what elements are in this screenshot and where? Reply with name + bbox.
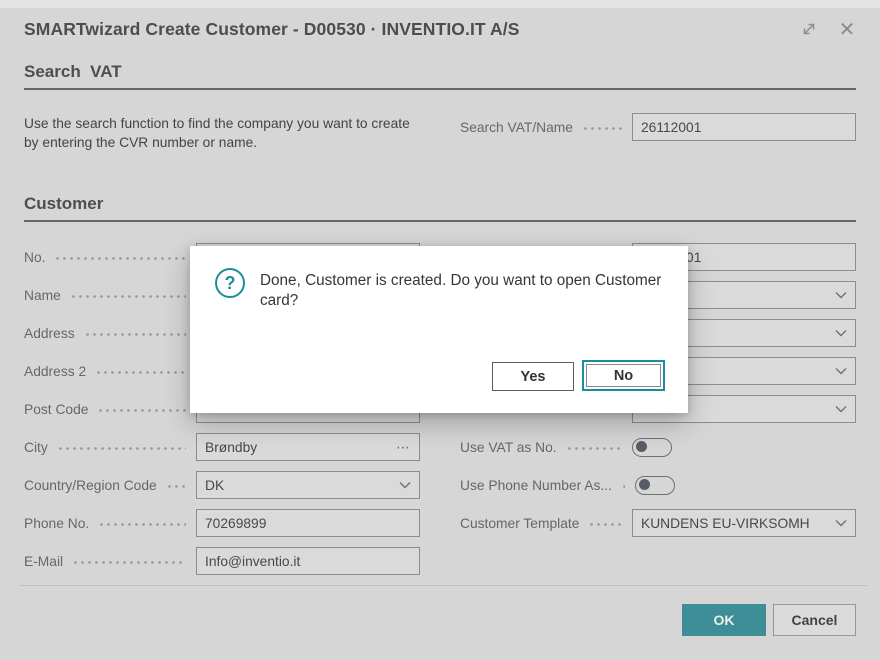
dotted-leader <box>84 333 186 336</box>
titlebar: SMARTwizard Create Customer - D00530 · I… <box>24 18 858 40</box>
toggle-knob <box>639 479 650 490</box>
dotted-leader <box>621 485 625 488</box>
email-input[interactable]: Info@inventio.it <box>196 547 420 575</box>
chevron-down-icon <box>399 481 411 489</box>
dotted-leader <box>72 561 186 564</box>
empty-cell <box>460 547 856 575</box>
chevron-down-icon <box>835 291 847 299</box>
toggle-knob <box>636 441 647 452</box>
country-region-code-dropdown[interactable]: DK <box>196 471 420 499</box>
ellipsis-icon[interactable]: ⋯ <box>396 442 411 452</box>
yes-button[interactable]: Yes <box>492 362 574 391</box>
chevron-down-icon <box>835 405 847 413</box>
search-vat-name-input[interactable]: 26112001 <box>632 113 856 141</box>
dialog-message: Done, Customer is created. Do you want t… <box>260 271 670 311</box>
page-title: SMARTwizard Create Customer - D00530 · I… <box>24 19 798 40</box>
expand-icon[interactable] <box>798 18 820 40</box>
chevron-down-icon <box>835 367 847 375</box>
chevron-down-icon <box>835 519 847 527</box>
dotted-leader <box>70 295 186 298</box>
confirmation-dialog: ? Done, Customer is created. Do you want… <box>190 246 688 413</box>
field-customer-template: Customer Template KUNDENS EU-VIRKSOMH <box>460 509 856 537</box>
field-city: City Brøndby ⋯ <box>24 433 420 461</box>
phone-no-input[interactable]: 70269899 <box>196 509 420 537</box>
dotted-leader <box>166 485 186 488</box>
search-vat-name-label: Search VAT/Name <box>460 120 573 135</box>
field-use-phone-number-as: Use Phone Number As... <box>460 471 856 499</box>
dotted-leader <box>95 371 186 374</box>
use-vat-as-no-toggle[interactable] <box>632 438 672 457</box>
dotted-leader <box>582 127 622 130</box>
section-header-search-vat: Search VAT <box>24 62 856 90</box>
top-strip <box>0 0 880 8</box>
field-phone-no: Phone No. 70269899 <box>24 509 420 537</box>
dotted-leader <box>57 447 186 450</box>
window-controls: ✕ <box>798 18 858 40</box>
cancel-button[interactable]: Cancel <box>773 604 856 636</box>
city-input[interactable]: Brøndby ⋯ <box>196 433 420 461</box>
dotted-leader <box>588 523 622 526</box>
dotted-leader <box>54 257 186 260</box>
field-search-vat-name: Search VAT/Name 26112001 <box>460 113 856 141</box>
dotted-leader <box>98 523 186 526</box>
ok-button[interactable]: OK <box>682 604 766 636</box>
use-phone-number-as-toggle[interactable] <box>635 476 675 495</box>
section-header-customer: Customer <box>24 194 856 222</box>
search-description: Use the search function to find the comp… <box>24 114 428 152</box>
question-icon: ? <box>215 268 245 298</box>
dotted-leader <box>97 409 186 412</box>
footer-divider <box>20 585 867 586</box>
dotted-leader <box>566 447 622 450</box>
field-country-region-code: Country/Region Code DK <box>24 471 420 499</box>
no-button[interactable]: No <box>582 360 665 391</box>
chevron-down-icon <box>835 329 847 337</box>
close-icon[interactable]: ✕ <box>836 18 858 40</box>
field-use-vat-as-no: Use VAT as No. <box>460 433 856 461</box>
customer-template-dropdown[interactable]: KUNDENS EU-VIRKSOMH <box>632 509 856 537</box>
field-email: E-Mail Info@inventio.it <box>24 547 420 575</box>
